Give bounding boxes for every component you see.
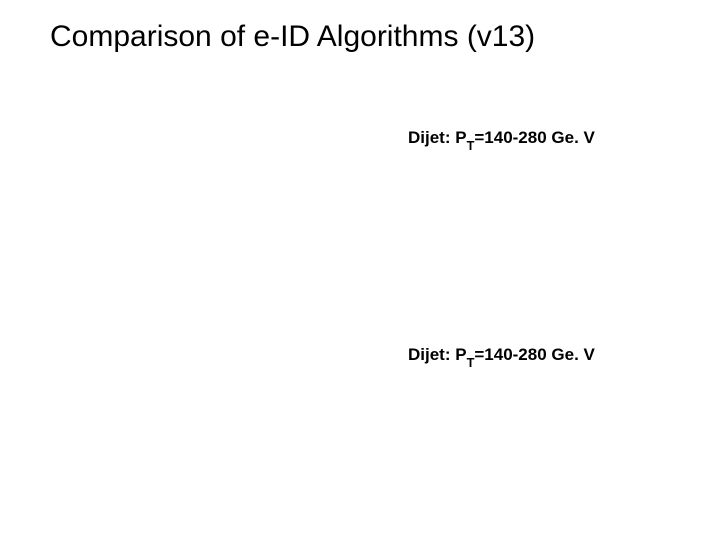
- dijet-label-upper: Dijet: PT=140-280 Ge. V: [408, 128, 595, 150]
- dijet-suffix: =140-280 Ge. V: [474, 345, 595, 364]
- dijet-label-lower: Dijet: PT=140-280 Ge. V: [408, 345, 595, 367]
- dijet-suffix: =140-280 Ge. V: [474, 128, 595, 147]
- page-title: Comparison of e-ID Algorithms (v13): [50, 20, 535, 54]
- dijet-subscript: T: [467, 138, 475, 153]
- dijet-subscript: T: [467, 355, 475, 370]
- dijet-prefix: Dijet: P: [408, 345, 467, 364]
- dijet-prefix: Dijet: P: [408, 128, 467, 147]
